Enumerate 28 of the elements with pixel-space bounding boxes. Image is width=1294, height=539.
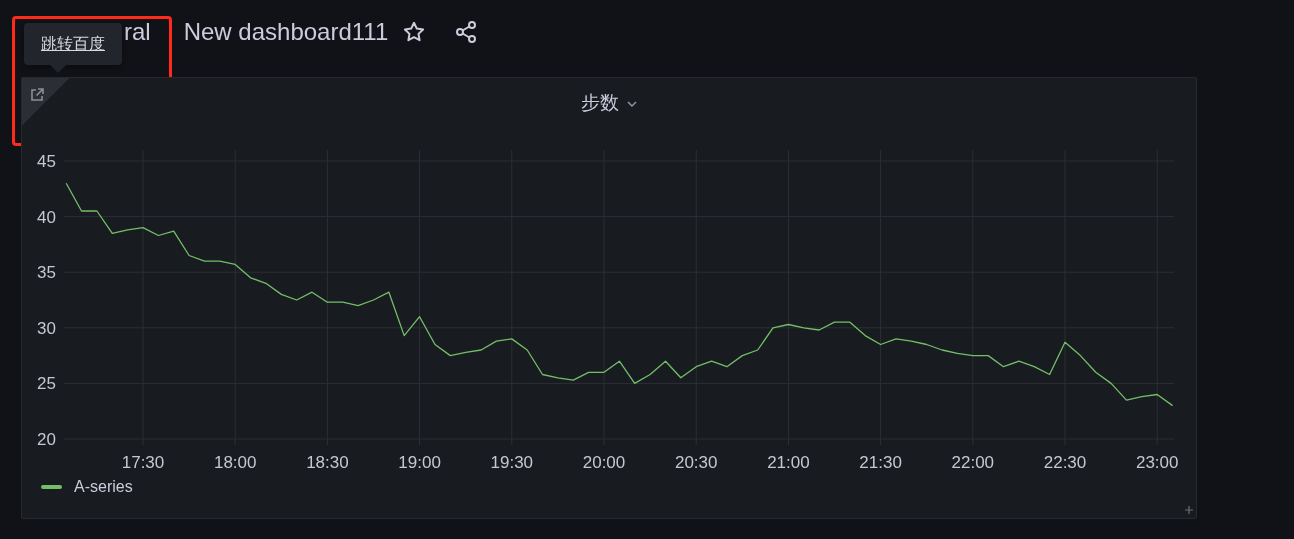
y-axis-label: 40 xyxy=(37,207,56,227)
x-axis-label: 21:30 xyxy=(859,453,902,472)
x-axis-label: 18:00 xyxy=(213,453,257,472)
tooltip-link[interactable]: 跳转百度 xyxy=(41,33,105,55)
x-axis-label: 20:30 xyxy=(674,453,718,472)
panel-title[interactable]: 步数 xyxy=(581,89,619,116)
breadcrumb-folder[interactable]: ral xyxy=(124,18,151,46)
x-axis-label: 21:00 xyxy=(767,453,810,472)
resize-handle-icon[interactable] xyxy=(1185,506,1193,514)
legend-label[interactable]: A-series xyxy=(74,478,133,496)
y-axis-label: 25 xyxy=(37,374,56,394)
x-axis-label: 18:30 xyxy=(306,453,349,472)
x-axis-label: 17:30 xyxy=(121,453,165,472)
x-axis-label: 23:00 xyxy=(1135,453,1179,472)
x-axis-label: 22:30 xyxy=(1043,453,1087,472)
y-axis-label: 35 xyxy=(37,263,56,283)
y-axis-label: 20 xyxy=(37,430,56,449)
star-icon[interactable] xyxy=(402,20,427,44)
x-axis-label: 19:00 xyxy=(398,453,441,472)
share-icon[interactable] xyxy=(454,20,479,44)
chevron-down-icon[interactable] xyxy=(627,101,637,107)
external-link-icon[interactable] xyxy=(29,87,45,103)
x-axis-label: 20:00 xyxy=(582,453,626,472)
y-axis-label: 30 xyxy=(37,318,56,338)
x-axis-label: 19:30 xyxy=(490,453,534,472)
y-axis-label: 45 xyxy=(37,152,56,171)
x-axis-label: 22:00 xyxy=(951,453,995,472)
dashboard-title: New dashboard111 xyxy=(183,18,389,46)
